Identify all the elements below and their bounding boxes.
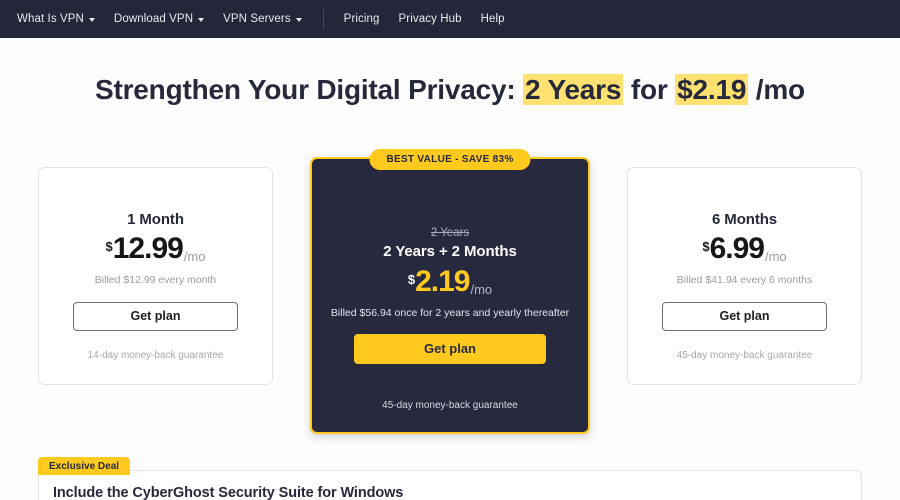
plan-card-2-years-featured[interactable]: BEST VALUE - SAVE 83% 2 Years 2 Years + … bbox=[310, 149, 590, 434]
get-plan-button-2-years[interactable]: Get plan bbox=[354, 334, 546, 364]
money-back-guarantee: 14-day money-back guarantee bbox=[87, 350, 224, 361]
pricing-page: What Is VPN Download VPN VPN Servers Pri… bbox=[0, 0, 900, 500]
plan-price: $ 12.99 /mo bbox=[39, 234, 272, 264]
get-plan-button-6-months[interactable]: Get plan bbox=[662, 302, 827, 331]
money-back-guarantee: 45-day money-back guarantee bbox=[382, 400, 518, 411]
price-amount: 2.19 bbox=[415, 265, 470, 298]
price-period: /mo bbox=[764, 249, 787, 264]
currency-symbol: $ bbox=[105, 239, 113, 254]
price-amount: 6.99 bbox=[709, 232, 765, 265]
plan-name: 1 Month bbox=[127, 211, 184, 228]
best-value-badge: BEST VALUE - SAVE 83% bbox=[369, 149, 531, 170]
exclusive-deal-badge: Exclusive Deal bbox=[38, 457, 131, 475]
currency-symbol: $ bbox=[407, 272, 416, 287]
plan-name: 6 Months bbox=[711, 211, 778, 228]
billing-note: Billed $41.94 every 6 months bbox=[676, 274, 813, 286]
price-amount: 12.99 bbox=[112, 232, 184, 265]
exclusive-deal-title: Include the CyberGhost Security Suite fo… bbox=[53, 485, 404, 500]
billing-note: Billed $56.94 once for 2 years and yearl… bbox=[330, 307, 570, 319]
billing-note: Billed $12.99 every month bbox=[94, 274, 217, 286]
price-period: /mo bbox=[183, 249, 206, 264]
plan-price: $ 6.99 /mo bbox=[628, 234, 861, 264]
get-plan-button-1-month[interactable]: Get plan bbox=[73, 302, 238, 331]
plan-card-1-month[interactable]: 1 Month $ 12.99 /mo Billed $12.99 every … bbox=[38, 167, 273, 385]
plan-price: $ 2.19 /mo bbox=[312, 267, 588, 297]
currency-symbol: $ bbox=[702, 239, 710, 254]
price-period: /mo bbox=[470, 282, 493, 297]
plan-cards-container: 1 Month $ 12.99 /mo Billed $12.99 every … bbox=[0, 0, 900, 500]
plan-card-6-months[interactable]: 6 Months $ 6.99 /mo Billed $41.94 every … bbox=[627, 167, 862, 385]
plan-old-term: 2 Years bbox=[430, 227, 470, 239]
plan-name: 2 Years + 2 Months bbox=[383, 243, 517, 260]
money-back-guarantee: 45-day money-back guarantee bbox=[676, 350, 813, 361]
